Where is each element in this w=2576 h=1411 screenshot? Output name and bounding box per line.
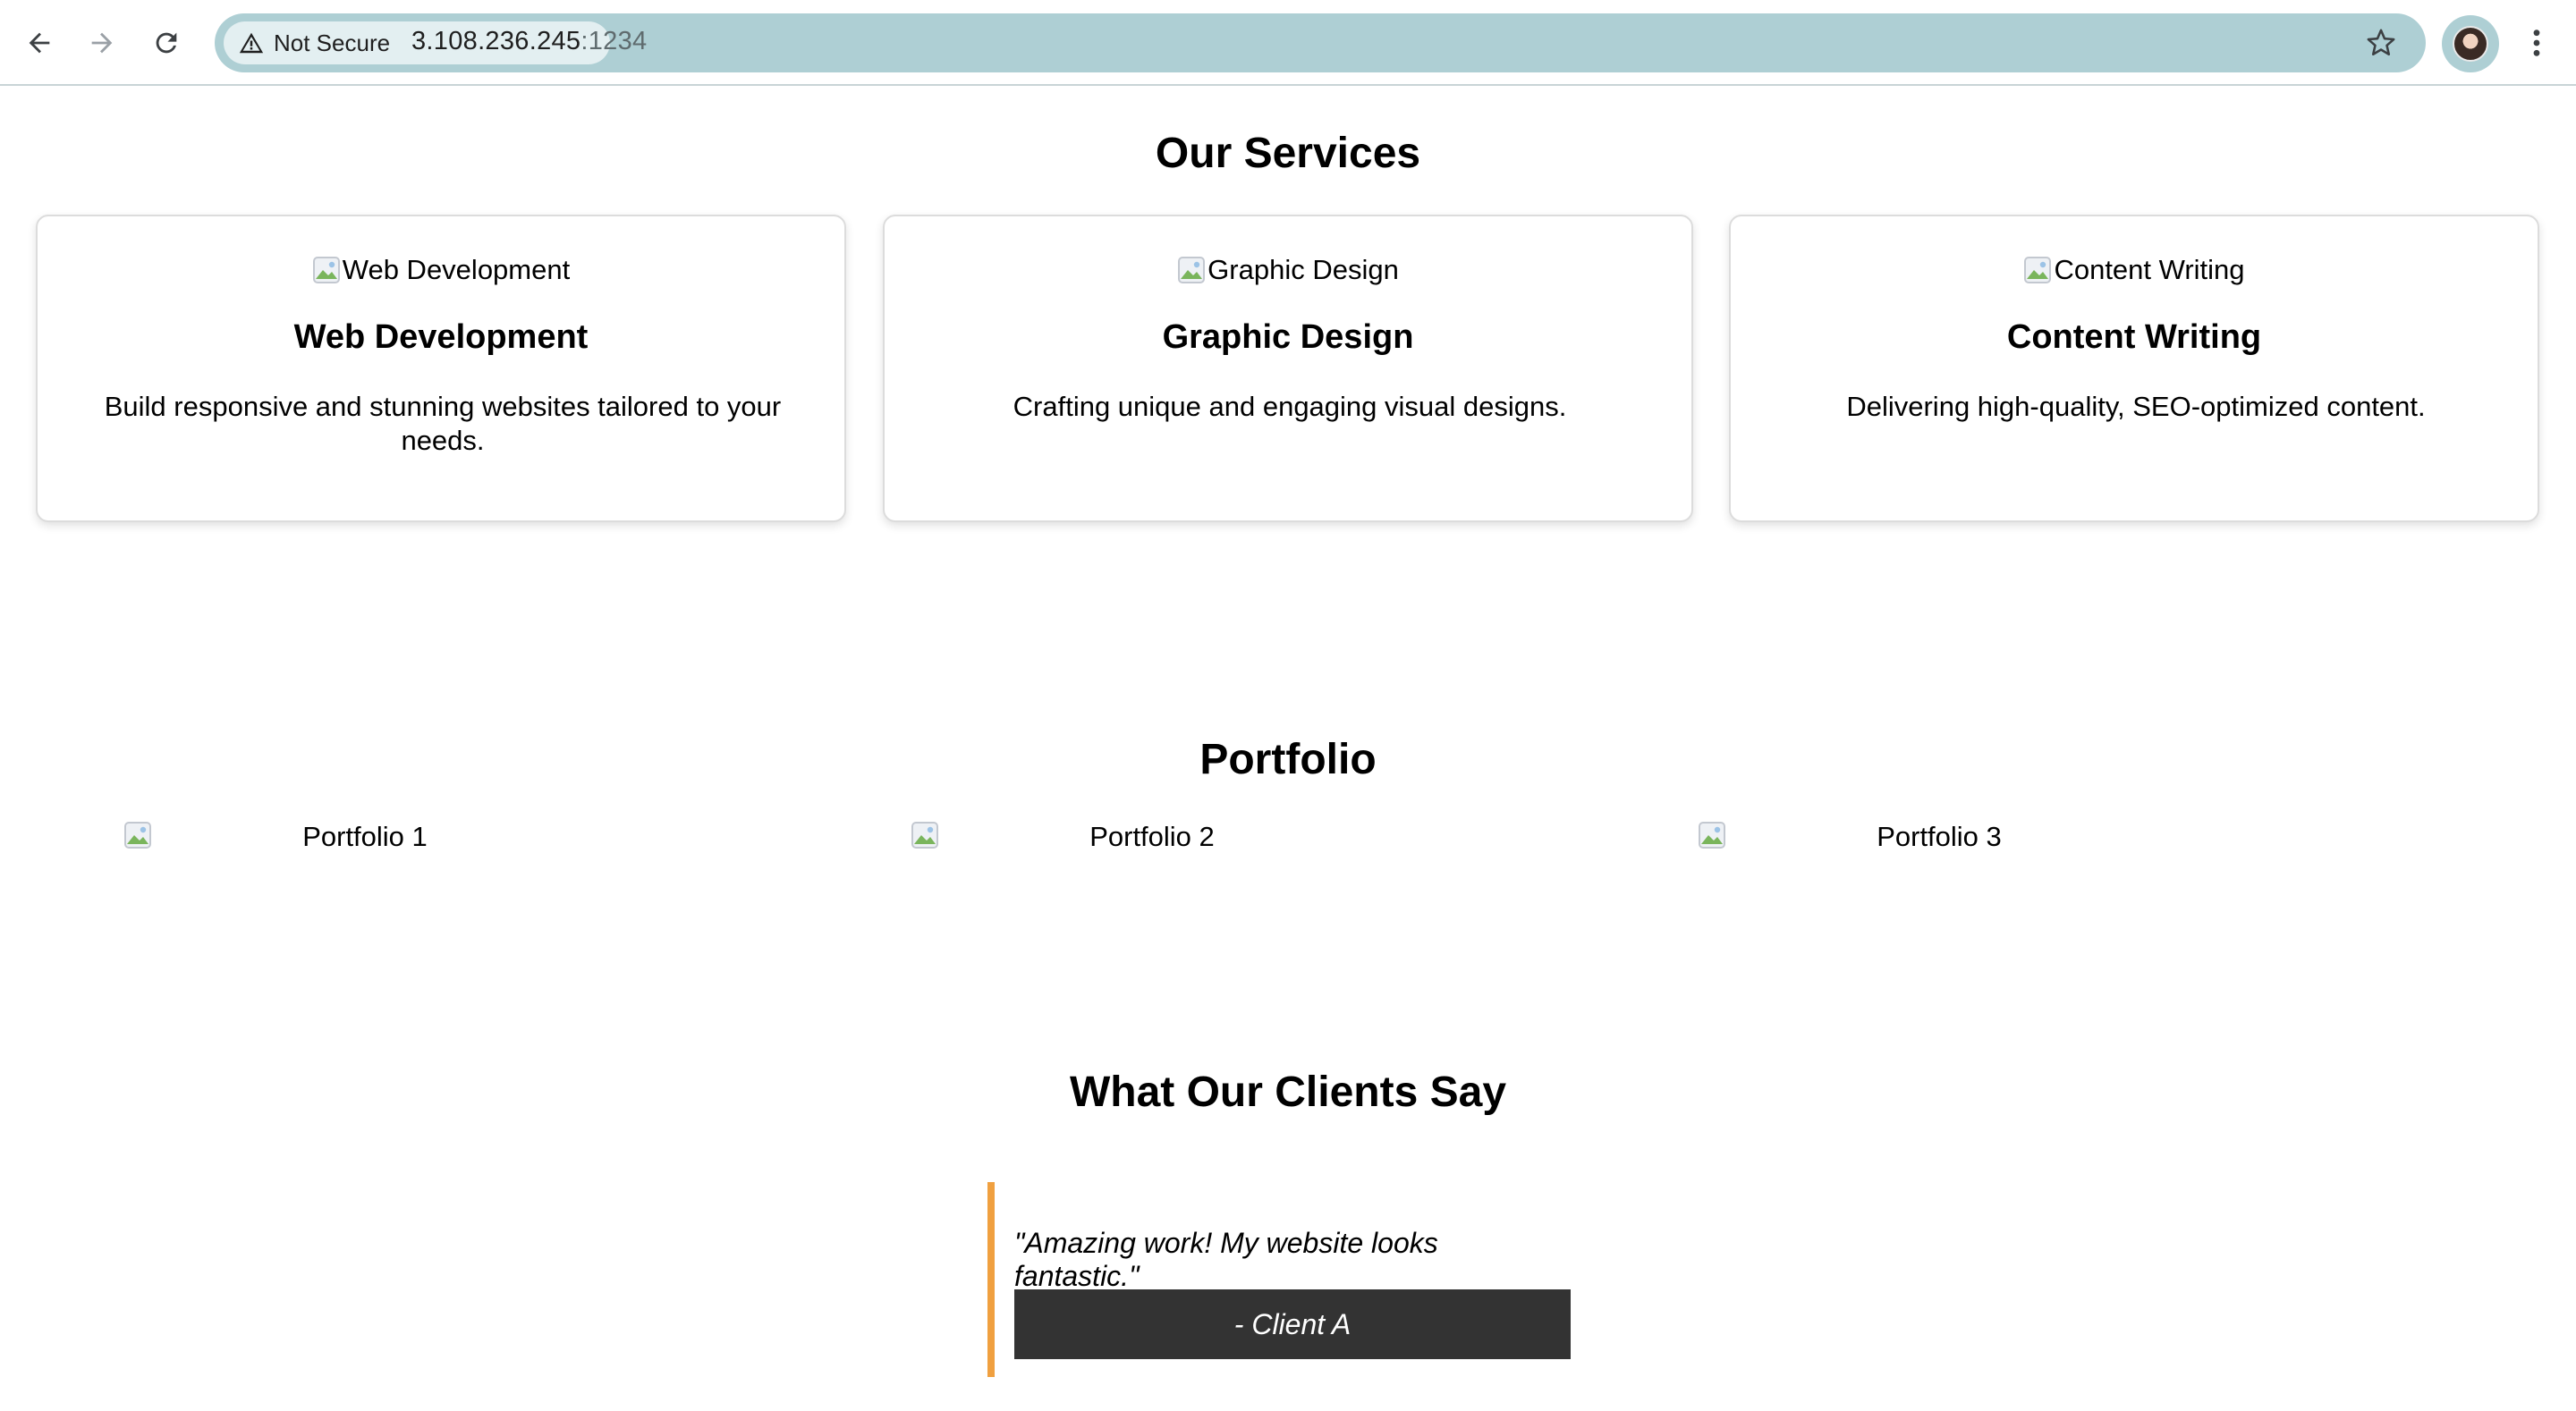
- url-host: 3.108.236.245: [411, 27, 581, 55]
- portfolio-image-alt: Portfolio 1: [302, 821, 428, 852]
- profile-avatar[interactable]: [2442, 15, 2499, 72]
- url-port: :1234: [580, 27, 648, 55]
- testimonial-quote: "Amazing work! My website looks fantasti…: [1014, 1227, 1438, 1292]
- service-card-content-writing: Content Writing Content Writing Deliveri…: [1729, 215, 2539, 522]
- service-image-alt: Graphic Design: [1208, 254, 1399, 285]
- reload-icon: [156, 32, 177, 54]
- service-description: Crafting unique and engaging visual desi…: [1013, 391, 1567, 422]
- star-icon: [2367, 29, 2395, 56]
- bookmark-button[interactable]: [2363, 25, 2399, 61]
- avatar-image: [2453, 26, 2488, 62]
- service-image-alt: Content Writing: [2054, 254, 2245, 285]
- portfolio-item[interactable]: Portfolio 2: [911, 819, 1394, 855]
- back-button[interactable]: [18, 21, 61, 64]
- testimonial-client: - Client A: [1014, 1289, 1571, 1359]
- service-title: Content Writing: [2006, 318, 2262, 356]
- arrow-left-icon: [29, 32, 50, 54]
- broken-image-icon: [2023, 256, 2052, 284]
- page-content: Our Services Web Development Web Develop…: [0, 88, 2576, 1411]
- portfolio-image-alt: Portfolio 3: [1877, 821, 2002, 852]
- portfolio-title: Portfolio: [1199, 736, 1377, 783]
- arrow-right-icon: [91, 32, 113, 54]
- url-text[interactable]: 3.108.236.245:1234: [411, 27, 647, 56]
- testimonial-card: "Amazing work! My website looks fantasti…: [987, 1182, 1571, 1377]
- broken-image-icon: [1698, 821, 1726, 849]
- testimonials-title: What Our Clients Say: [1069, 1069, 1507, 1116]
- browser-menu-button[interactable]: [2519, 21, 2555, 64]
- portfolio-item[interactable]: Portfolio 3: [1698, 819, 2181, 855]
- service-image: Graphic Design: [885, 254, 1691, 286]
- service-title: Graphic Design: [1162, 318, 1414, 356]
- security-label: Not Secure: [274, 29, 391, 56]
- service-card-web-development: Web Development Web Development Build re…: [36, 215, 846, 522]
- reload-button[interactable]: [145, 21, 188, 64]
- forward-button[interactable]: [80, 21, 123, 64]
- service-card-graphic-design: Graphic Design Graphic Design Crafting u…: [883, 215, 1693, 522]
- service-image: Web Development: [38, 254, 844, 286]
- service-description: Build responsive and stunning websites t…: [104, 391, 782, 456]
- service-description: Delivering high-quality, SEO-optimized c…: [1846, 391, 2426, 422]
- browser-toolbar: Not Secure 3.108.236.245:1234: [0, 0, 2576, 86]
- broken-image-icon: [312, 256, 341, 284]
- broken-image-icon: [1177, 256, 1206, 284]
- warning-icon: [239, 32, 264, 54]
- service-image: Content Writing: [1731, 254, 2538, 286]
- broken-image-icon: [123, 821, 152, 849]
- portfolio-image-alt: Portfolio 2: [1089, 821, 1215, 852]
- more-vertical-icon: [2533, 30, 2540, 56]
- services-title: Our Services: [1155, 130, 1421, 177]
- service-title: Web Development: [293, 318, 589, 356]
- broken-image-icon: [911, 821, 939, 849]
- service-image-alt: Web Development: [342, 254, 571, 285]
- portfolio-item[interactable]: Portfolio 1: [123, 819, 606, 855]
- address-bar[interactable]: Not Secure 3.108.236.245:1234: [215, 13, 2426, 72]
